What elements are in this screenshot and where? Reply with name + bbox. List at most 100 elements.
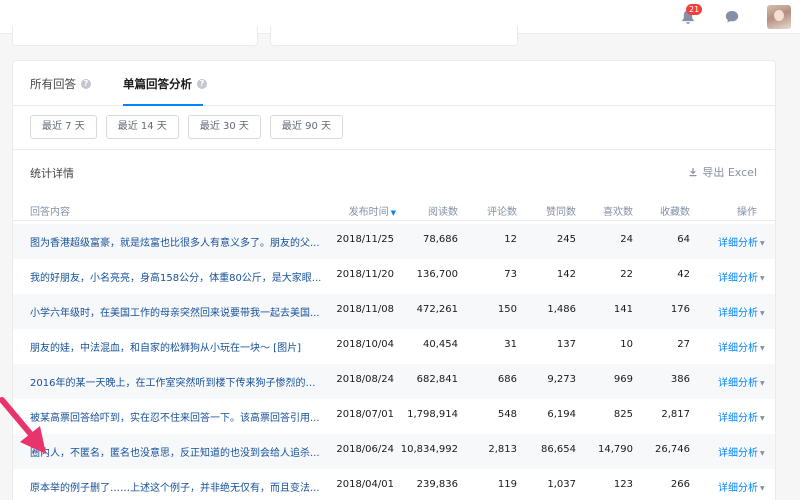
notification-count-badge: 21 <box>686 4 703 15</box>
detail-analysis-button[interactable]: 详细分析 ▼ <box>718 409 765 424</box>
answer-title-link[interactable]: 被某高票回答给吓到，实在忍不住来回答一下。该高票回答引用... <box>30 409 322 424</box>
column-header-likes[interactable]: 赞同数 <box>546 203 576 218</box>
detail-analysis-button[interactable]: 详细分析 ▼ <box>718 374 765 389</box>
publish-date: 2018/06/24 <box>336 444 394 455</box>
like-count: 9,273 <box>547 374 576 385</box>
chevron-down-icon: ▼ <box>760 379 765 387</box>
chevron-down-icon: ▼ <box>760 344 765 352</box>
table-row: 朋友的娃，中法混血，和自家的松狮狗从小玩在一块～ [图片] 2018/10/04 4… <box>13 329 775 364</box>
detail-analysis-label: 详细分析 <box>718 483 758 494</box>
table-body: 图为香港超级富豪，就是炫富也比很多人有意义多了。朋友的父... 2018/11/2… <box>13 224 775 500</box>
comment-count: 686 <box>497 374 517 385</box>
publish-date: 2018/11/08 <box>336 304 394 315</box>
stat-card-partial <box>12 26 258 46</box>
column-header-date[interactable]: 发布时间 ▼ <box>349 203 396 218</box>
collect-count: 27 <box>677 339 690 350</box>
user-avatar[interactable] <box>767 5 791 29</box>
range-7-days-button[interactable]: 最近 7 天 <box>30 115 97 139</box>
tab-all-answers[interactable]: 所有回答 ? <box>30 76 91 92</box>
publish-date: 2018/04/01 <box>336 479 394 490</box>
answer-title-link[interactable]: 2016年的某一天晚上，在工作室突然听到楼下传来狗子惨烈的哭... <box>30 374 322 389</box>
comment-count: 31 <box>504 339 517 350</box>
answer-title-link[interactable]: 朋友的娃，中法混血，和自家的松狮狗从小玩在一块～ [图片] <box>30 339 322 354</box>
export-label: 导出 Excel <box>702 166 757 179</box>
column-header-label: 发布时间 <box>348 207 389 218</box>
publish-date: 2018/11/25 <box>336 234 394 245</box>
date-range-selector: 最近 7 天 最近 14 天 最近 30 天 最近 90 天 <box>30 115 344 139</box>
help-icon[interactable]: ? <box>197 79 207 89</box>
read-count: 472,261 <box>416 304 458 315</box>
collect-count: 64 <box>677 234 690 245</box>
answer-title-link[interactable]: 小学六年级时，在美国工作的母亲突然回来说要带我一起去美国... <box>30 304 322 319</box>
column-header-content: 回答内容 <box>30 207 70 218</box>
column-header-comments[interactable]: 评论数 <box>487 203 517 218</box>
collect-count: 26,746 <box>655 444 690 455</box>
table-row: 原本举的例子删了……上述这个例子，并非绝无仅有，而且变法... 2018/04/0… <box>13 469 775 500</box>
annotation-arrow-icon <box>0 397 46 454</box>
detail-analysis-button[interactable]: 详细分析 ▼ <box>718 269 765 284</box>
answer-title-link[interactable]: 我的好朋友，小名亮亮，身高158公分，体重80公斤，是大家眼... <box>30 269 322 284</box>
like-count: 142 <box>556 269 576 280</box>
collect-count: 386 <box>670 374 690 385</box>
read-count: 78,686 <box>423 234 458 245</box>
detail-analysis-button[interactable]: 详细分析 ▼ <box>718 304 765 319</box>
tab-label: 所有回答 <box>30 77 76 91</box>
range-30-days-button[interactable]: 最近 30 天 <box>187 115 261 139</box>
like-count: 6,194 <box>547 409 576 420</box>
publish-date: 2018/08/24 <box>336 374 394 385</box>
help-icon[interactable]: ? <box>81 79 91 89</box>
download-icon <box>689 168 697 177</box>
answer-title-link[interactable]: 圈内人，不匿名，匿名也没意思，反正知道的也没到会给人追杀... <box>30 444 322 459</box>
fav-count: 24 <box>620 234 633 245</box>
fav-count: 123 <box>613 479 633 490</box>
table-row: 被某高票回答给吓到，实在忍不住来回答一下。该高票回答引用... 2018/07/0… <box>13 399 775 434</box>
publish-date: 2018/11/20 <box>336 269 394 280</box>
chevron-down-icon: ▼ <box>760 239 765 247</box>
column-header-action: 操作 <box>737 207 757 218</box>
like-count: 1,037 <box>547 479 576 490</box>
table-header: 回答内容 发布时间 ▼ 阅读数 评论数 赞同数 喜欢数 收藏数 操作 <box>13 197 775 221</box>
export-excel-button[interactable]: 导出 Excel <box>688 164 757 180</box>
detail-analysis-button[interactable]: 详细分析 ▼ <box>718 339 765 354</box>
fav-count: 14,790 <box>598 444 633 455</box>
sort-desc-icon[interactable]: ▼ <box>391 209 396 217</box>
column-header-collects[interactable]: 收藏数 <box>660 203 690 218</box>
chevron-down-icon: ▼ <box>760 309 765 317</box>
collect-count: 2,817 <box>661 409 690 420</box>
column-header-reads[interactable]: 阅读数 <box>428 203 458 218</box>
range-90-days-button[interactable]: 最近 90 天 <box>269 115 344 139</box>
chevron-down-icon: ▼ <box>760 484 765 492</box>
detail-analysis-label: 详细分析 <box>718 413 758 424</box>
publish-date: 2018/07/01 <box>336 409 394 420</box>
read-count: 682,841 <box>416 374 458 385</box>
comment-count: 12 <box>504 234 517 245</box>
answer-title-link[interactable]: 图为香港超级富豪，就是炫富也比很多人有意义多了。朋友的父... <box>30 234 322 249</box>
comment-count: 119 <box>497 479 517 490</box>
answer-analysis-card: 所有回答 ? 单篇回答分析 ? 最近 7 天 最近 14 天 最近 30 天 最… <box>12 60 776 500</box>
range-14-days-button[interactable]: 最近 14 天 <box>105 115 179 139</box>
detail-analysis-button[interactable]: 详细分析 ▼ <box>718 479 765 494</box>
comment-count: 150 <box>497 304 517 315</box>
divider <box>13 149 775 150</box>
detail-analysis-button[interactable]: 详细分析 ▼ <box>718 234 765 249</box>
chat-bubble-icon[interactable] <box>721 6 743 28</box>
detail-analysis-label: 详细分析 <box>718 448 758 459</box>
section-title: 统计详情 <box>30 167 74 180</box>
detail-analysis-button[interactable]: 详细分析 ▼ <box>718 444 765 459</box>
tab-single-answer-analysis[interactable]: 单篇回答分析 ? <box>123 76 207 92</box>
column-header-favs[interactable]: 喜欢数 <box>603 203 633 218</box>
stat-card-partial <box>270 26 518 46</box>
fav-count: 10 <box>620 339 633 350</box>
like-count: 137 <box>556 339 576 350</box>
read-count: 40,454 <box>423 339 458 350</box>
answer-title-link[interactable]: 原本举的例子删了……上述这个例子，并非绝无仅有，而且变法... <box>30 479 322 494</box>
tab-label: 单篇回答分析 <box>123 77 192 91</box>
chevron-down-icon: ▼ <box>760 414 765 422</box>
read-count: 136,700 <box>416 269 458 280</box>
read-count: 10,834,992 <box>400 444 458 455</box>
table-row: 2016年的某一天晚上，在工作室突然听到楼下传来狗子惨烈的哭... 2018/08… <box>13 364 775 399</box>
collect-count: 176 <box>670 304 690 315</box>
active-tab-indicator <box>123 104 203 106</box>
tab-bar: 所有回答 ? 单篇回答分析 ? <box>13 61 775 106</box>
detail-analysis-label: 详细分析 <box>718 308 758 319</box>
